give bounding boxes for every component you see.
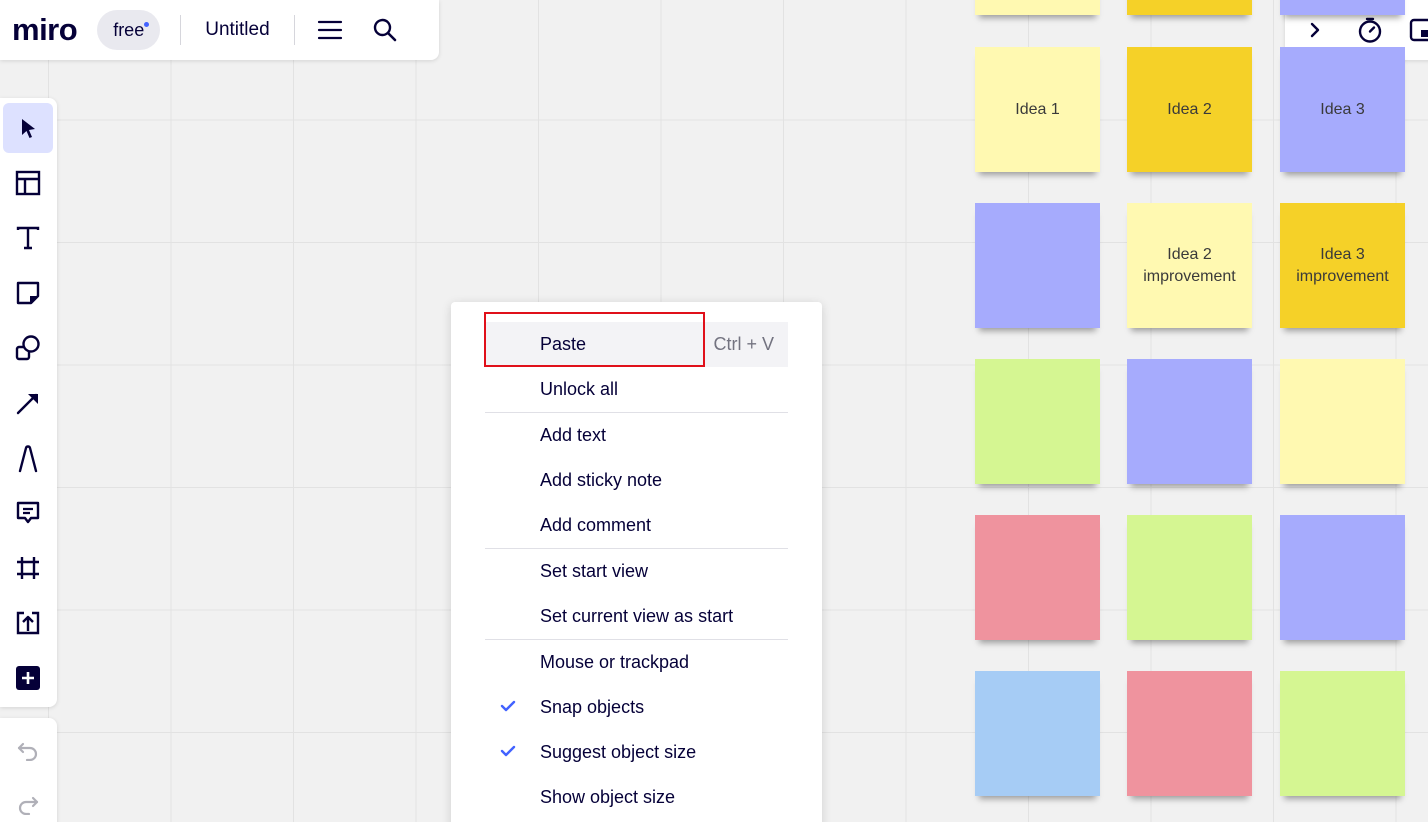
pen-icon bbox=[18, 445, 38, 473]
sticky-note-text: Idea 1 bbox=[1015, 100, 1060, 118]
menu-item-label: Set start view bbox=[540, 561, 649, 581]
arrow-icon bbox=[16, 393, 38, 415]
menu-item-show-object-size[interactable]: Show object size bbox=[485, 775, 788, 820]
menu-item-label: Add sticky note bbox=[540, 470, 663, 490]
miro-logo[interactable]: miro bbox=[12, 12, 78, 48]
select-tool[interactable] bbox=[3, 103, 53, 153]
shapes-icon bbox=[15, 335, 40, 361]
upload-icon bbox=[16, 611, 40, 635]
menu-item-set-current-view-as-start[interactable]: Set current view as start bbox=[485, 594, 788, 639]
comment-icon bbox=[16, 501, 40, 524]
sticky-note[interactable] bbox=[1280, 671, 1405, 796]
menu-item-label: Show object size bbox=[540, 787, 676, 807]
menu-item-label: Suggest object size bbox=[540, 742, 697, 762]
divider bbox=[180, 15, 182, 45]
templates-tool[interactable] bbox=[3, 158, 53, 208]
sticky-note[interactable] bbox=[975, 359, 1100, 484]
sticky-note[interactable] bbox=[1280, 515, 1405, 640]
cursor-icon bbox=[22, 119, 35, 138]
frame-tool[interactable] bbox=[3, 543, 53, 593]
shapes-tool[interactable] bbox=[3, 323, 53, 373]
menu-item-add-sticky-note[interactable]: Add sticky note bbox=[485, 458, 788, 503]
sticky-note[interactable] bbox=[1127, 671, 1252, 796]
sticky-note[interactable] bbox=[1280, 359, 1405, 484]
plan-badge-label: free bbox=[113, 19, 145, 40]
sticky-note[interactable] bbox=[975, 515, 1100, 640]
menu-icon[interactable] bbox=[312, 12, 348, 48]
menu-item-unlock-all[interactable]: Unlock all bbox=[485, 367, 788, 412]
more-tools-button[interactable] bbox=[3, 653, 53, 703]
menu-item-mouse-or-trackpad[interactable]: Mouse or trackpad bbox=[485, 640, 788, 685]
sticky-note[interactable]: Idea 2 bbox=[1127, 47, 1252, 172]
sticky-note-text: Idea 2 bbox=[1167, 100, 1212, 118]
menu-item-snap-objects[interactable]: Snap objects bbox=[485, 685, 788, 730]
undo-icon bbox=[17, 742, 38, 761]
sticky-note-text: Idea 3 bbox=[1320, 100, 1365, 118]
sticky-note[interactable]: Idea 3 bbox=[1280, 47, 1405, 172]
connection-line-tool[interactable] bbox=[3, 378, 53, 428]
sticky-note[interactable] bbox=[1280, 0, 1405, 15]
plan-badge[interactable]: free bbox=[97, 10, 161, 50]
sticky-note[interactable] bbox=[1127, 515, 1252, 640]
left-toolbar bbox=[0, 98, 57, 707]
board-title[interactable]: Untitled bbox=[205, 19, 269, 41]
sticky-note[interactable] bbox=[975, 203, 1100, 328]
menu-item-label: Add text bbox=[540, 425, 607, 445]
frame-icon bbox=[17, 557, 39, 579]
timer-icon[interactable] bbox=[1352, 12, 1388, 48]
upload-tool[interactable] bbox=[3, 598, 53, 648]
menu-item-label: Mouse or trackpad bbox=[540, 652, 690, 672]
menu-item-add-text[interactable]: Add text bbox=[485, 413, 788, 458]
context-menu: Paste Ctrl + V Unlock all Add text Add s… bbox=[451, 302, 822, 822]
plus-icon bbox=[16, 666, 40, 690]
checkmark-icon bbox=[500, 745, 516, 757]
notification-dot bbox=[144, 22, 150, 27]
shortcut-label: Ctrl + V bbox=[713, 334, 774, 354]
divider bbox=[293, 15, 295, 45]
sticky-note[interactable]: Idea 1 bbox=[975, 47, 1100, 172]
sticky-note[interactable]: Idea 3 improvement bbox=[1280, 203, 1405, 328]
sticky-note[interactable] bbox=[975, 0, 1100, 15]
undo-button[interactable] bbox=[3, 726, 53, 776]
panel-icon[interactable] bbox=[1403, 12, 1428, 48]
comment-tool[interactable] bbox=[3, 488, 53, 538]
text-tool[interactable] bbox=[3, 213, 53, 263]
menu-item-suggest-object-size[interactable]: Suggest object size bbox=[485, 730, 788, 775]
menu-item-label: Set current view as start bbox=[540, 606, 734, 626]
sticky-note-tool[interactable] bbox=[3, 268, 53, 318]
text-icon bbox=[16, 226, 40, 250]
search-icon[interactable] bbox=[367, 12, 403, 48]
sticky-note-icon bbox=[16, 281, 40, 305]
menu-item-paste[interactable]: Paste Ctrl + V bbox=[485, 322, 788, 367]
checkmark-icon bbox=[500, 700, 516, 712]
redo-icon bbox=[18, 796, 39, 815]
chevron-right-icon[interactable] bbox=[1297, 12, 1333, 48]
sticky-note-text: Idea 2 improvement bbox=[1143, 245, 1236, 285]
menu-item-label: Unlock all bbox=[540, 379, 619, 399]
menu-item-label: Add comment bbox=[540, 515, 652, 535]
menu-item-set-start-view[interactable]: Set start view bbox=[485, 549, 788, 594]
sticky-note[interactable] bbox=[1127, 359, 1252, 484]
menu-item-label: Paste bbox=[540, 334, 587, 354]
sticky-note[interactable]: Idea 2 improvement bbox=[1127, 203, 1252, 328]
pen-tool[interactable] bbox=[3, 433, 53, 483]
top-bar: miro free Untitled bbox=[0, 0, 439, 60]
menu-item-add-comment[interactable]: Add comment bbox=[485, 503, 788, 548]
sticky-note[interactable] bbox=[1127, 0, 1252, 15]
sticky-note[interactable] bbox=[975, 671, 1100, 796]
templates-icon bbox=[15, 170, 41, 196]
sticky-note-text: Idea 3 improvement bbox=[1296, 245, 1389, 285]
redo-button[interactable] bbox=[3, 780, 53, 822]
menu-item-label: Snap objects bbox=[540, 697, 645, 717]
history-bar bbox=[0, 718, 57, 822]
